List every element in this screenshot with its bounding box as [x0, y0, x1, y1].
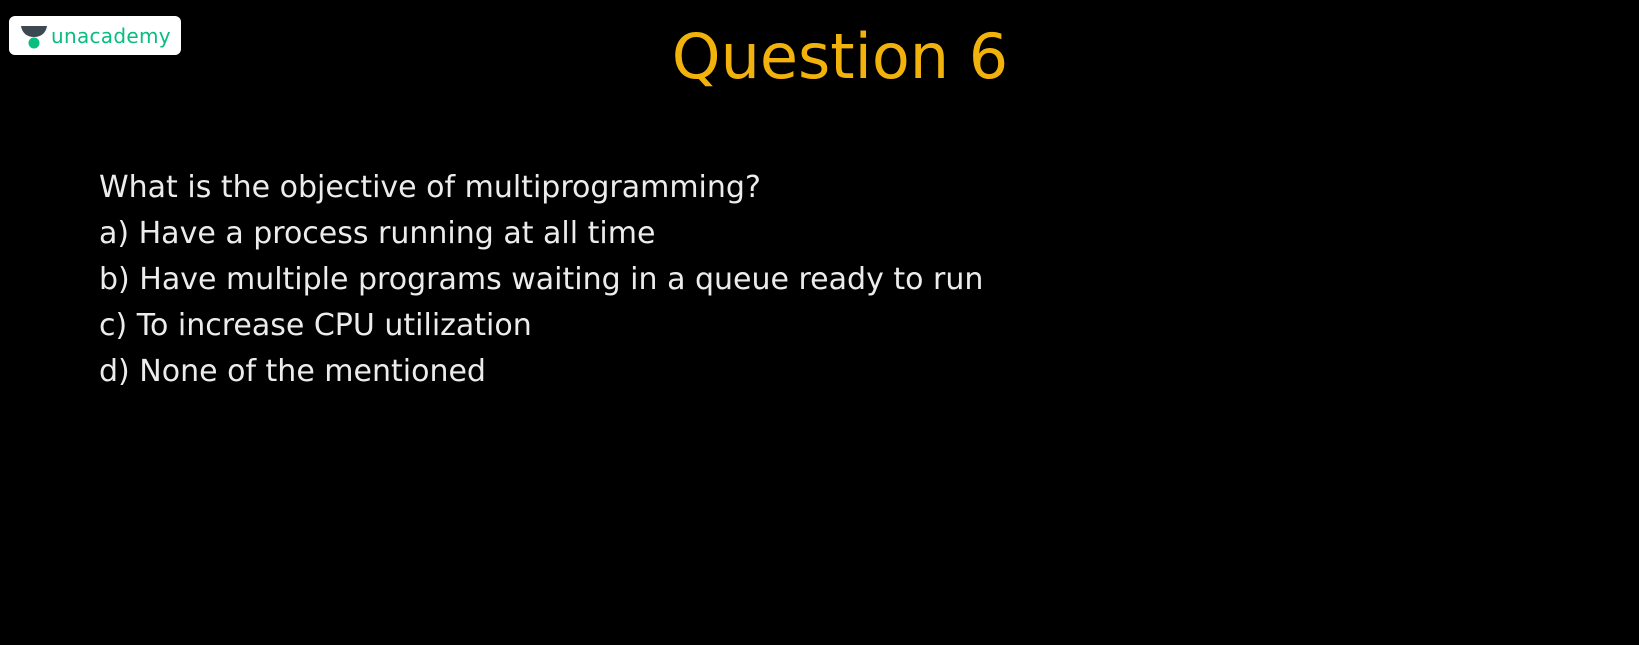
option-a: a) Have a process running at all time — [99, 216, 656, 251]
slide-title: Question 6 — [671, 20, 1009, 93]
option-d: d) None of the mentioned — [99, 354, 486, 389]
unacademy-logo-icon — [21, 25, 47, 48]
question-block: What is the objective of multiprogrammin… — [99, 165, 1199, 395]
question-text: What is the objective of multiprogrammin… — [99, 170, 761, 205]
option-b: b) Have multiple programs waiting in a q… — [99, 262, 984, 297]
option-c: c) To increase CPU utilization — [99, 308, 532, 343]
unacademy-logo: unacademy — [9, 16, 181, 55]
presentation-slide: unacademy Question 6 What is the objecti… — [0, 0, 1639, 645]
logo-text: unacademy — [51, 23, 171, 48]
